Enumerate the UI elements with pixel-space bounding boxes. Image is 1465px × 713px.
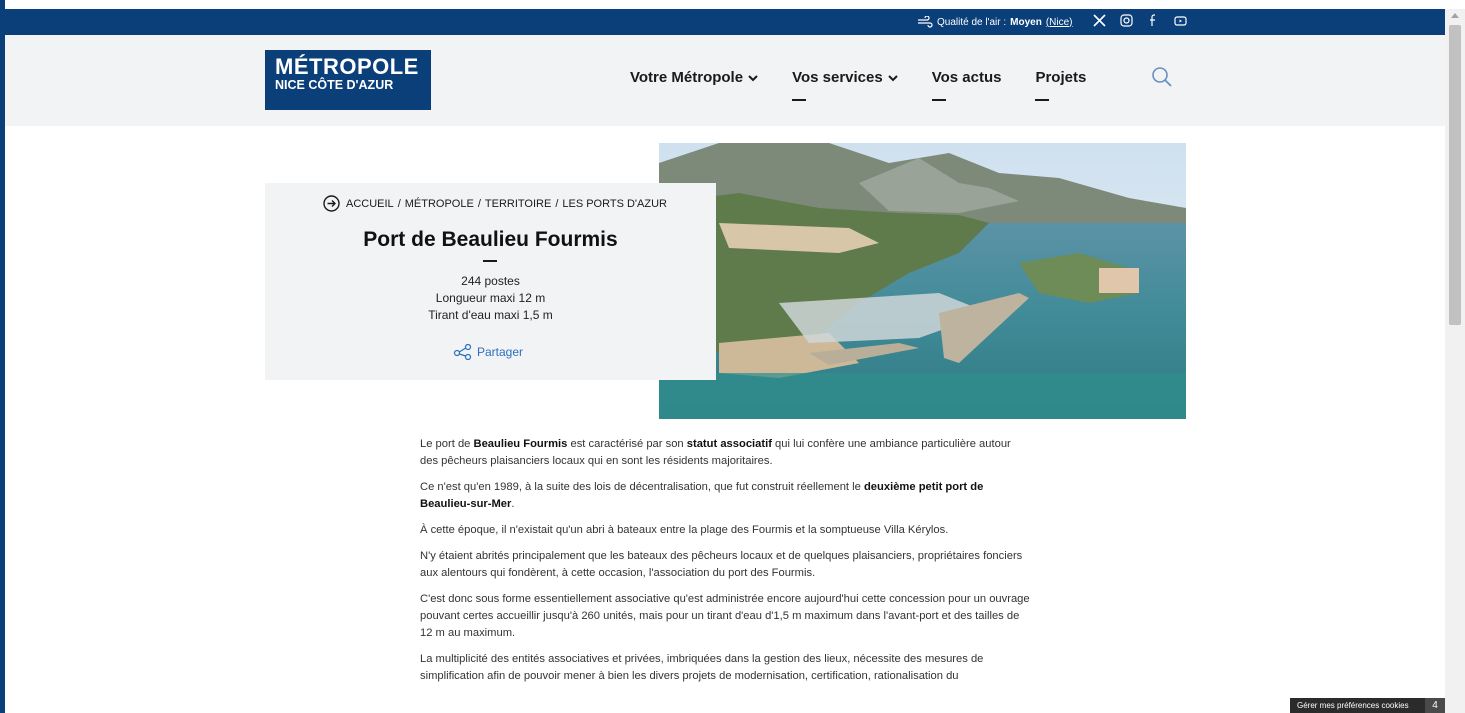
emphasis: statut associatif — [686, 438, 772, 450]
arrow-right-circle-icon[interactable] — [323, 195, 340, 212]
site-header: MÉTROPOLE NICE CÔTE D'AZUR Votre Métropo… — [5, 35, 1445, 126]
breadcrumb-separator: / — [477, 197, 481, 210]
nav-dash — [1035, 99, 1050, 101]
share-icon — [453, 344, 472, 360]
hero-card: Accueil / Métropole / Territoire / Les p… — [265, 183, 716, 380]
youtube-icon[interactable] — [1174, 14, 1187, 27]
nav-item-projets[interactable]: Projets — [1035, 69, 1087, 101]
scroll-up-arrow-icon[interactable] — [1451, 13, 1459, 18]
nav-item-label: Vos actus — [931, 69, 1002, 86]
text: est caractérisé par son — [567, 438, 687, 450]
page-scrollbar[interactable] — [1445, 9, 1465, 713]
breadcrumb-current: Les ports d'Azur — [562, 197, 667, 210]
logo-line-1: MÉTROPOLE — [275, 54, 419, 79]
fact-berths: 244 postes — [461, 274, 520, 288]
paragraph: La multiplicité des entités associatives… — [420, 653, 984, 682]
chevron-down-icon — [887, 74, 898, 81]
cookie-count-badge: 4 — [1425, 698, 1445, 713]
breadcrumb-link[interactable]: Territoire — [485, 198, 551, 210]
share-button[interactable]: Partager — [453, 344, 523, 360]
air-quality-city-link[interactable]: (Nice) — [1046, 17, 1073, 28]
air-quality-level: Moyen — [1010, 16, 1042, 28]
fact-max-length: Longueur maxi 12 m — [435, 291, 546, 305]
scroll-thumb[interactable] — [1449, 25, 1461, 325]
fact-max-draft: Tirant d'eau maxi 1,5 m — [428, 308, 553, 322]
breadcrumb-separator: / — [397, 197, 401, 210]
air-quality-label: Qualité de l'air : — [937, 16, 1007, 28]
breadcrumb-link[interactable]: Métropole — [405, 198, 474, 210]
site-logo[interactable]: MÉTROPOLE NICE CÔTE D'AZUR — [265, 50, 431, 110]
breadcrumb-link[interactable]: Accueil — [346, 198, 394, 210]
breadcrumb-separator: / — [555, 197, 559, 210]
instagram-icon[interactable] — [1120, 14, 1133, 27]
air-quality[interactable]: Qualité de l'air : Moyen (Nice) — [917, 16, 1073, 28]
nav-item-label: Vos services — [792, 69, 883, 86]
article-body: Le port de Beaulieu Fourmis est caractér… — [420, 436, 1030, 694]
facebook-icon[interactable] — [1147, 14, 1160, 27]
paragraph: Ce n'est qu'en 1989, à la suite des lois… — [420, 479, 1030, 513]
logo-line-2: NICE CÔTE D'AZUR — [275, 78, 394, 92]
top-bar: Qualité de l'air : Moyen (Nice) — [5, 9, 1445, 35]
paragraph: À cette époque, il n'existait qu'un abri… — [420, 524, 949, 536]
share-label: Partager — [477, 345, 524, 359]
nav-item-votre-metropole[interactable]: Votre Métropole — [630, 69, 758, 86]
nav-dash — [792, 99, 807, 101]
text: Ce n'est qu'en 1989, à la suite des lois… — [420, 481, 864, 493]
hero-harbour-photo — [659, 143, 1186, 419]
wind-icon — [918, 16, 933, 28]
nav-item-label: Votre Métropole — [630, 69, 744, 86]
nav-item-vos-actus[interactable]: Vos actus — [931, 69, 1002, 101]
port-facts: 244 postes Longueur maxi 12 m Tirant d'e… — [265, 273, 716, 324]
paragraph: C'est donc sous forme essentiellement as… — [420, 593, 1030, 639]
paragraph: N'y étaient abrités principalement que l… — [420, 550, 1023, 579]
x-icon[interactable] — [1093, 14, 1106, 27]
breadcrumb: Accueil / Métropole / Territoire / Les p… — [323, 195, 667, 212]
page-title: Port de Beaulieu Fourmis — [363, 228, 618, 251]
cookie-preferences-label: Gérer mes préférences cookies — [1297, 701, 1409, 710]
chevron-down-icon — [748, 74, 758, 81]
nav-item-vos-services[interactable]: Vos services — [792, 69, 898, 101]
nav-dash — [931, 99, 946, 101]
title-divider — [483, 260, 497, 262]
social-links — [1093, 14, 1187, 27]
search-icon[interactable] — [1150, 65, 1174, 89]
text: . — [511, 498, 515, 510]
text: Le port de — [420, 438, 474, 450]
cookie-preferences-button[interactable]: Gérer mes préférences cookies 4 — [1290, 698, 1445, 713]
main-nav: Votre Métropole Vos services Vos actus P… — [630, 69, 1120, 101]
emphasis: Beaulieu Fourmis — [473, 438, 568, 450]
paragraph: Le port de Beaulieu Fourmis est caractér… — [420, 436, 1030, 470]
nav-item-label: Projets — [1035, 69, 1087, 86]
